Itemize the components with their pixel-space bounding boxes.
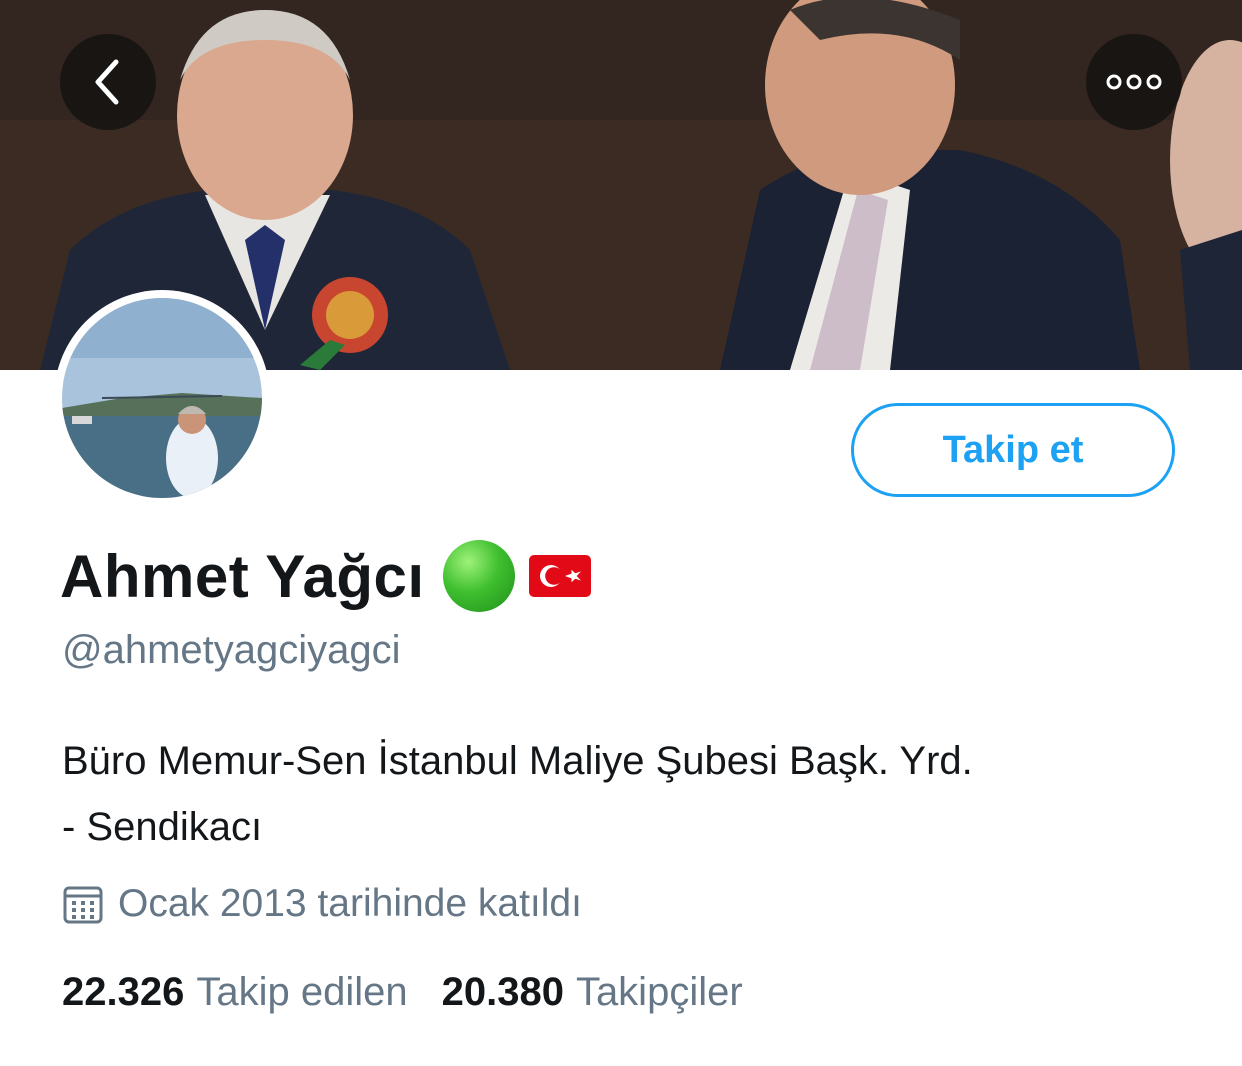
joined-date: Ocak 2013 tarihinde katıldı (62, 876, 582, 932)
followers-label: Takipçiler (575, 969, 743, 1014)
following-link[interactable]: 22.326 Takip edilen (62, 970, 408, 1015)
followers-count: 20.380 (441, 969, 564, 1014)
bio-line: - Sendikacı (62, 805, 263, 849)
following-label: Takip edilen (196, 969, 408, 1014)
display-name: Ahmet Yağcı (60, 542, 425, 610)
followers-link[interactable]: 20.380 Takipçiler (442, 970, 743, 1015)
profile-bio: Büro Memur-Sen İstanbul Maliye Şubesi Ba… (62, 728, 1192, 860)
more-horizontal-icon (1106, 74, 1162, 90)
calendar-icon (63, 886, 103, 924)
more-options-button[interactable] (1086, 34, 1182, 130)
avatar[interactable] (54, 290, 270, 506)
profile-name-row: Ahmet Yağcı (60, 538, 593, 614)
turkey-flag-emoji (528, 555, 591, 597)
profile-photo (62, 298, 262, 498)
chevron-left-icon (95, 59, 119, 105)
profile-handle: @ahmetyagciyagci (62, 628, 401, 672)
bio-line: Büro Memur-Sen İstanbul Maliye Şubesi Ba… (62, 739, 973, 783)
back-button[interactable] (60, 34, 156, 130)
joined-text: Ocak 2013 tarihinde katıldı (118, 882, 582, 925)
green-circle-emoji (442, 540, 515, 612)
following-count: 22.326 (62, 969, 185, 1014)
follow-stats: 22.326 Takip edilen 20.380 Takipçiler (62, 962, 743, 1022)
follow-button[interactable]: Takip et (851, 403, 1175, 497)
